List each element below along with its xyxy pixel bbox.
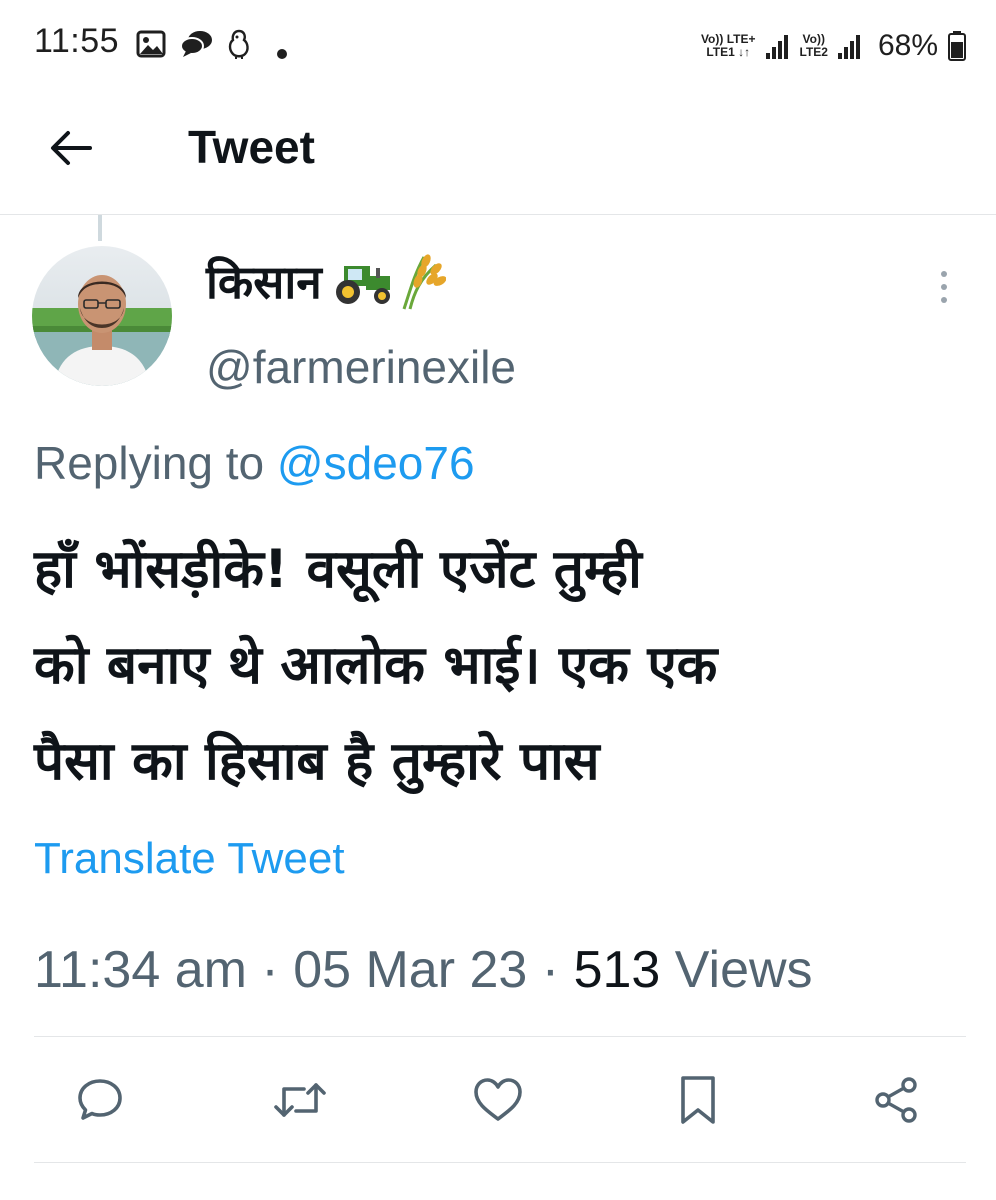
tweet-text-line: पैसा का हिसाब है तुम्हारे पास bbox=[34, 731, 600, 792]
thread-connector-line bbox=[98, 215, 102, 241]
share-icon bbox=[875, 1077, 917, 1123]
signal-icon-sim2 bbox=[837, 35, 860, 59]
tractor-emoji bbox=[335, 266, 390, 304]
profile-photo bbox=[32, 246, 172, 386]
views-count[interactable]: 513 bbox=[574, 941, 661, 999]
replying-prefix: Replying to bbox=[34, 437, 265, 489]
signal-icon-sim1 bbox=[765, 35, 788, 59]
display-name[interactable]: किसान bbox=[206, 250, 446, 312]
top-app-bar: Tweet bbox=[0, 92, 996, 215]
tweet-date: 05 Mar 23 bbox=[293, 941, 528, 999]
meta-separator: · bbox=[541, 941, 560, 999]
arrow-left-icon bbox=[51, 131, 92, 165]
battery-icon bbox=[948, 31, 966, 61]
sim1-bottom-label: LTE1 ↓↑ bbox=[706, 45, 751, 59]
status-bar: 11:55 Vo)) LTE+ LTE1 ↓↑ Vo)) LTE2 68% bbox=[0, 0, 996, 92]
name-emojis bbox=[326, 251, 446, 311]
bookmark-icon bbox=[681, 1076, 715, 1124]
retweet-button[interactable] bbox=[272, 1072, 328, 1128]
sim2-network: Vo)) LTE2 bbox=[800, 33, 828, 59]
page-title: Tweet bbox=[188, 121, 315, 173]
bookmark-button[interactable] bbox=[670, 1072, 726, 1128]
display-name-text: किसान bbox=[206, 255, 322, 309]
tweet-actions-bar bbox=[0, 1042, 996, 1162]
bird-icon bbox=[228, 29, 249, 59]
chat-bubble-icon bbox=[180, 31, 212, 57]
tweet-text-line: को बनाए थे आलोक भाई। एक एक bbox=[34, 635, 718, 696]
status-time: 11:55 bbox=[34, 22, 120, 60]
user-handle[interactable]: @farmerinexile bbox=[206, 340, 516, 394]
retweet-icon bbox=[274, 1083, 326, 1117]
translate-tweet-link[interactable]: Translate Tweet bbox=[34, 834, 345, 884]
tweet-text-line: हाँ भोंसड़ीके! वसूली एजेंट तुम्ही bbox=[34, 539, 642, 600]
share-button[interactable] bbox=[868, 1072, 924, 1128]
tweet-time: 11:34 am bbox=[34, 941, 247, 999]
gallery-icon bbox=[136, 30, 166, 58]
replying-to: Replying to @sdeo76 bbox=[34, 436, 475, 490]
more-options-button[interactable] bbox=[926, 268, 962, 308]
replying-handle-link[interactable]: @sdeo76 bbox=[277, 437, 475, 489]
dot-icon bbox=[277, 49, 287, 59]
more-vertical-icon bbox=[941, 271, 947, 303]
divider-bottom bbox=[34, 1162, 966, 1163]
like-button[interactable] bbox=[470, 1072, 526, 1128]
sim2-bottom-label: LTE2 bbox=[799, 45, 828, 59]
meta-separator: · bbox=[261, 941, 279, 999]
reply-icon bbox=[78, 1079, 122, 1120]
like-icon bbox=[474, 1078, 522, 1121]
battery-percent: 68% bbox=[877, 29, 938, 62]
avatar[interactable] bbox=[32, 246, 172, 386]
sim1-network: Vo)) LTE+ LTE1 ↓↑ bbox=[701, 33, 756, 59]
reply-button[interactable] bbox=[72, 1072, 128, 1128]
status-right: Vo)) LTE+ LTE1 ↓↑ Vo)) LTE2 68% bbox=[701, 24, 966, 68]
tweet-meta: 11:34 am · 05 Mar 23 · 513 Views bbox=[34, 940, 813, 1000]
rice-sheaf-emoji bbox=[402, 254, 446, 310]
divider-top bbox=[34, 1036, 966, 1037]
tweet-text: हाँ भोंसड़ीके! वसूली एजेंट तुम्ही को बना… bbox=[34, 522, 974, 810]
back-button[interactable] bbox=[44, 120, 100, 176]
views-label[interactable]: Views bbox=[675, 941, 813, 999]
